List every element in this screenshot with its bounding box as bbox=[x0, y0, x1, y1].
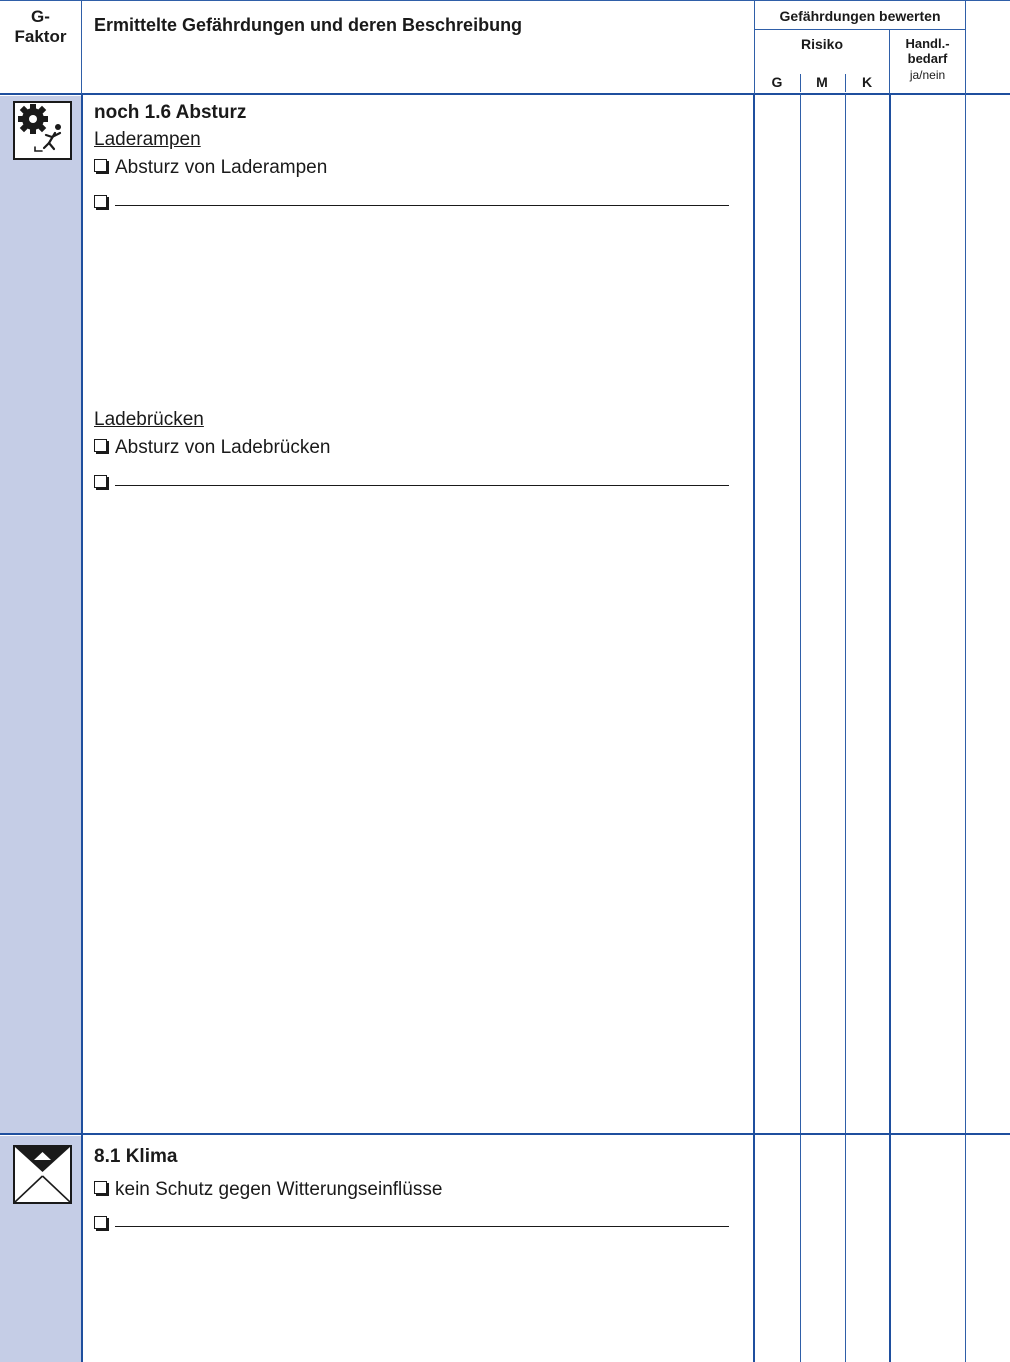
blank-entry-line[interactable] bbox=[115, 1226, 729, 1227]
section-title-klima: 8.1 Klima bbox=[94, 1146, 178, 1167]
gfaktor-header-line2: Faktor bbox=[14, 27, 67, 46]
row-separator bbox=[0, 1133, 1010, 1135]
handl-line1: Handl.- bbox=[905, 36, 950, 51]
gfaktor-column-bg-1 bbox=[0, 96, 81, 1133]
checkbox-icon[interactable] bbox=[94, 439, 107, 452]
k-col-divider bbox=[889, 94, 891, 1362]
gear-fall-icon bbox=[13, 101, 72, 160]
gfaktor-header: G- Faktor bbox=[0, 7, 81, 47]
checkbox-label: Absturz von Ladebrücken bbox=[115, 437, 331, 458]
subheading-ladebruecken: Ladebrücken bbox=[94, 409, 204, 430]
checkbox-icon[interactable] bbox=[94, 475, 107, 488]
risiko-header: Risiko bbox=[800, 36, 843, 52]
handl-divider-head bbox=[889, 30, 890, 94]
checkbox-icon[interactable] bbox=[94, 195, 107, 208]
desc-divider-head bbox=[754, 0, 755, 94]
col-m-label: M bbox=[816, 74, 828, 90]
section-title-absturz: noch 1.6 Absturz bbox=[94, 102, 247, 123]
checkbox-item[interactable]: Absturz von Ladebrücken bbox=[94, 437, 330, 459]
bewerten-header: Gefährdungen bewerten bbox=[779, 8, 941, 24]
desc-divider bbox=[753, 94, 755, 1362]
blank-entry-line[interactable] bbox=[115, 485, 729, 486]
gfaktor-divider-head bbox=[81, 0, 82, 94]
handl-col-divider bbox=[965, 94, 966, 1362]
ja-nein-label: ja/nein bbox=[909, 68, 946, 82]
handl-line2: bedarf bbox=[907, 51, 948, 66]
checkbox-icon[interactable] bbox=[94, 159, 107, 172]
checkbox-item-blank[interactable] bbox=[94, 1214, 729, 1236]
subheading-laderampen: Laderampen bbox=[94, 129, 201, 150]
checkbox-item[interactable]: Absturz von Laderampen bbox=[94, 157, 327, 179]
assessment-form: G- Faktor Ermittelte Gefährdungen und de… bbox=[0, 0, 1010, 1362]
gfaktor-divider bbox=[81, 94, 83, 1362]
checkbox-icon[interactable] bbox=[94, 1181, 107, 1194]
handlungsbedarf-header: Handl.- bedarf bbox=[890, 36, 965, 66]
header-bottom-rule bbox=[0, 93, 1010, 95]
checkbox-label: kein Schutz gegen Witterungseinflüsse bbox=[115, 1179, 443, 1200]
top-rule bbox=[0, 0, 1010, 1]
right-divider-head bbox=[965, 0, 966, 94]
climate-icon bbox=[13, 1145, 72, 1204]
checkbox-item-blank[interactable] bbox=[94, 193, 729, 215]
checkbox-icon[interactable] bbox=[94, 1216, 107, 1229]
m-col-divider bbox=[845, 94, 846, 1362]
checkbox-item-blank[interactable] bbox=[94, 473, 729, 495]
col-g-label: G bbox=[771, 74, 783, 90]
g-col-divider bbox=[800, 94, 801, 1362]
col-k-label: K bbox=[861, 74, 873, 90]
bewerten-underline bbox=[755, 29, 966, 30]
page-title: Ermittelte Gefährdungen und deren Beschr… bbox=[94, 15, 523, 35]
gm-tick bbox=[800, 74, 801, 92]
mk-tick bbox=[845, 74, 846, 92]
checkbox-label: Absturz von Laderampen bbox=[115, 157, 328, 178]
blank-entry-line[interactable] bbox=[115, 205, 729, 206]
checkbox-item[interactable]: kein Schutz gegen Witterungseinflüsse bbox=[94, 1179, 442, 1201]
gfaktor-header-line1: G- bbox=[31, 7, 50, 26]
